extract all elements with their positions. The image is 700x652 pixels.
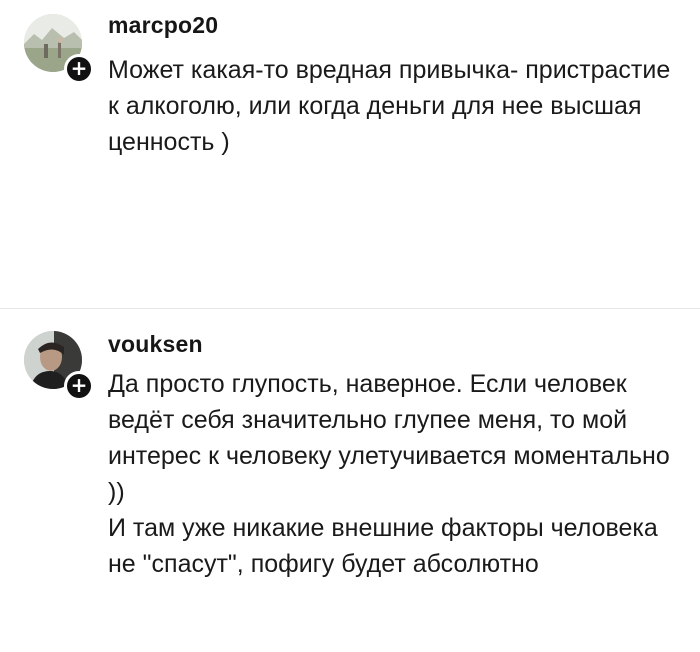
comment-username[interactable]: vouksen — [108, 331, 203, 358]
avatar-container[interactable]: + — [24, 331, 94, 401]
follow-plus-icon[interactable]: + — [64, 54, 94, 84]
comment-item: + marcpo20 Может какая-то вредная привыч… — [0, 0, 700, 308]
comment-text: Может какая-то вредная привычка- пристра… — [108, 52, 678, 160]
comment-username[interactable]: marcpo20 — [108, 12, 218, 39]
comment-paragraph: Да просто глупость, наверное. Если челов… — [108, 370, 670, 506]
comment-paragraph: Может какая-то вредная привычка- пристра… — [108, 56, 671, 156]
avatar-container[interactable]: + — [24, 14, 94, 84]
follow-plus-icon[interactable]: + — [64, 371, 94, 401]
comment-text: Да просто глупость, наверное. Если челов… — [108, 366, 678, 582]
comment-paragraph: И там уже никакие внешние факторы челове… — [108, 514, 658, 578]
comment-item: + vouksen Да просто глупость, наверное. … — [0, 309, 700, 652]
